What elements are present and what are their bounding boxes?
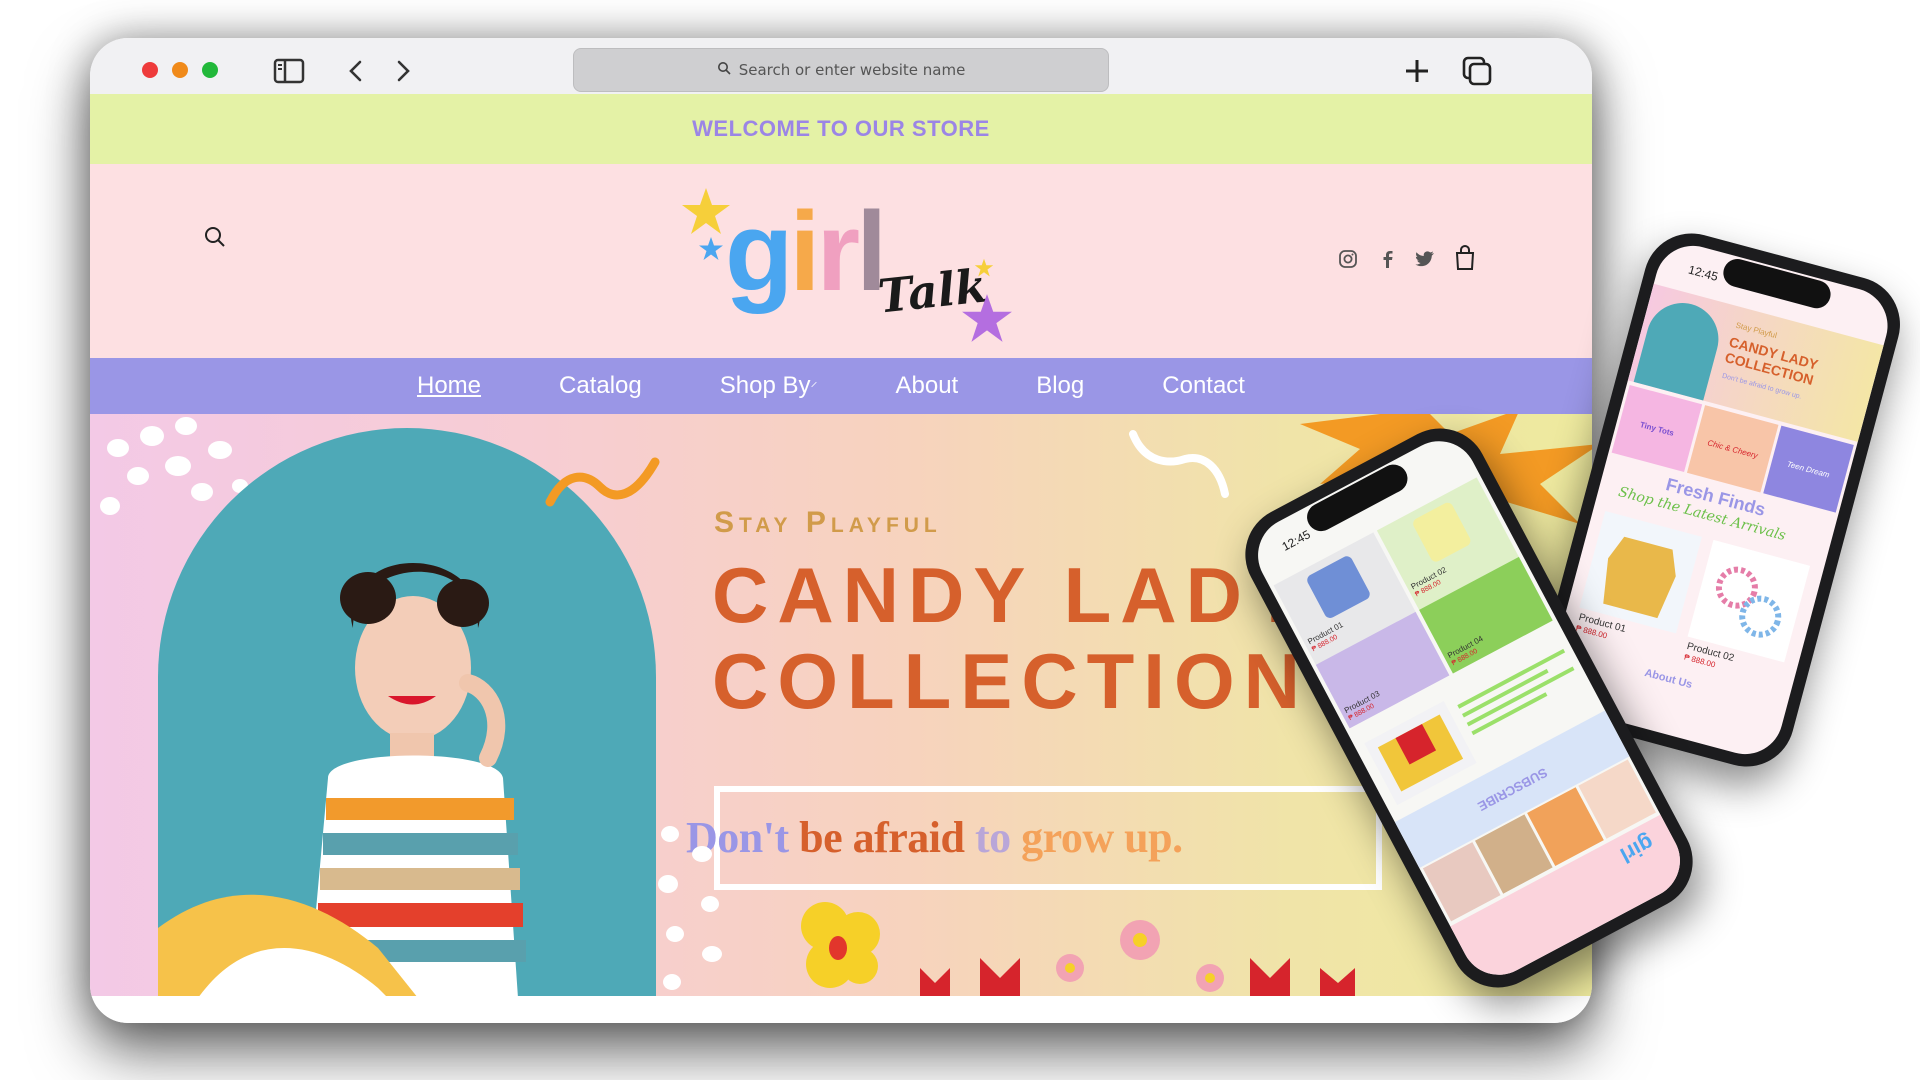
nav-shop-by-label: Shop By: [719, 372, 811, 399]
phone-back-hero-title: CANDY LADY COLLECTION: [1723, 333, 1820, 389]
search-icon: [717, 61, 731, 79]
new-tab-icon[interactable]: [1400, 54, 1434, 88]
close-window-button[interactable]: [142, 62, 158, 78]
flower-row-decoration: [920, 920, 1355, 996]
yellow-flower-decoration: [801, 902, 880, 988]
announcement-bar: WELCOME TO OUR STORE: [90, 94, 1592, 164]
hero-eyebrow: Stay Playful: [714, 506, 942, 539]
hero-title-line2: COLLECTION: [712, 637, 1309, 725]
mockup-stage: Search or enter website name WELCOME TO …: [0, 0, 1920, 1080]
back-arrow-icon[interactable]: [340, 54, 374, 88]
site-header: girl Talk: [90, 164, 1592, 358]
logo-letter-r: r: [816, 189, 861, 314]
hero-title: CANDY LADY COLLECTION: [712, 552, 1312, 724]
twitter-icon[interactable]: [1414, 248, 1436, 274]
nav-blog[interactable]: Blog: [1036, 372, 1084, 400]
tagline-be-afraid: be afraid: [799, 813, 965, 862]
bag-icon[interactable]: [1453, 244, 1477, 276]
tab-overview-icon[interactable]: [1460, 54, 1494, 88]
zoom-window-button[interactable]: [202, 62, 218, 78]
white-squiggle-decoration: [1129, 430, 1229, 498]
orange-squiggle-decoration: [545, 457, 660, 507]
tile-chic-cheery[interactable]: Chic & Cheery: [1687, 405, 1779, 493]
tile-tiny-tots[interactable]: Tiny Tots: [1611, 384, 1703, 473]
tile-tiny-tots-label: Tiny Tots: [1639, 419, 1676, 438]
instagram-icon[interactable]: [1337, 248, 1359, 274]
hero-title-line1: CANDY LADY: [712, 551, 1312, 639]
phone-front-time: 12:45: [1279, 527, 1313, 554]
nav-shop-by[interactable]: Shop By⸝: [720, 372, 818, 400]
phone-back-product-1-image[interactable]: [1579, 510, 1702, 634]
main-nav: Home Catalog Shop By⸝ About Blog Contact: [90, 358, 1592, 414]
logo-letter-g: g: [725, 189, 793, 314]
address-bar[interactable]: Search or enter website name: [573, 48, 1109, 92]
tile-teen-dream[interactable]: Teen Dream: [1762, 425, 1854, 513]
tile-chic-cheery-label: Chic & Cheery: [1706, 437, 1759, 460]
bracelet-image: [1715, 566, 1782, 638]
tagline-to: to: [975, 813, 1011, 862]
browser-toolbar: Search or enter website name: [90, 38, 1592, 94]
model-illustration: [158, 563, 526, 996]
logo-word: girl: [725, 189, 887, 314]
nav-about[interactable]: About: [896, 372, 959, 400]
tagline-grow-up: grow up.: [1021, 813, 1183, 862]
phone-back-about: About Us: [1643, 666, 1694, 692]
forward-arrow-icon[interactable]: [386, 54, 420, 88]
chevron-down-icon: ⸝: [810, 373, 818, 389]
white-dots-decoration-bottom: [658, 826, 722, 990]
nav-contact[interactable]: Contact: [1162, 372, 1245, 400]
phone-back-model-photo: [1633, 294, 1727, 401]
nav-home[interactable]: Home: [417, 372, 481, 400]
purple-star-icon: [962, 294, 1012, 342]
announcement-text: WELCOME TO OUR STORE: [692, 116, 990, 141]
yellow-top-image: [1603, 536, 1676, 619]
nav-catalog[interactable]: Catalog: [559, 372, 642, 400]
phone-back-product-2-image[interactable]: [1687, 539, 1811, 663]
minimize-window-button[interactable]: [172, 62, 188, 78]
blue-star-icon: [699, 237, 723, 260]
sidebar-toggle-icon[interactable]: [272, 54, 306, 88]
address-placeholder: Search or enter website name: [738, 61, 966, 79]
window-bottom-edge: [90, 996, 1592, 1023]
small-yellow-star-icon: [974, 258, 994, 277]
phone-back-time: 12:45: [1686, 262, 1720, 284]
hero-tagline: Don't be afraid to grow up.: [686, 812, 1183, 863]
logo-letter-i: i: [789, 189, 820, 314]
tile-teen-dream-label: Teen Dream: [1786, 459, 1831, 480]
phone-front-logo: girl: [1615, 830, 1658, 869]
model-photo: [158, 428, 656, 996]
store-logo[interactable]: girl Talk: [90, 164, 1592, 358]
facebook-icon[interactable]: [1376, 248, 1398, 274]
